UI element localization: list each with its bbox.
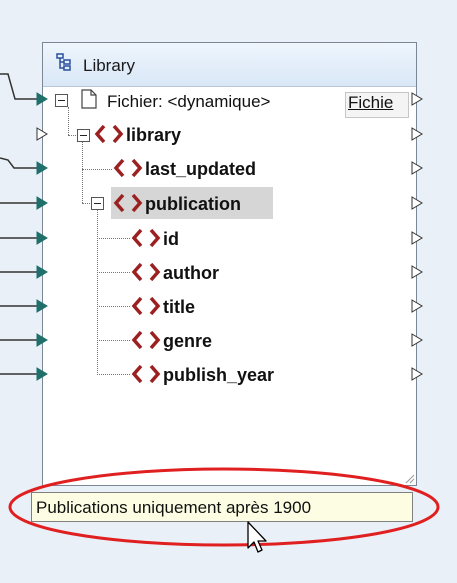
tree-guide xyxy=(97,306,130,307)
title-element-label: title xyxy=(163,297,196,317)
genre-element-label: genre xyxy=(163,331,213,351)
mouse-pointer-icon xyxy=(247,521,267,553)
xml-element-icon xyxy=(131,228,161,253)
collapse-icon[interactable] xyxy=(91,197,104,210)
xml-element-icon xyxy=(113,193,143,218)
output-port-publish-year[interactable] xyxy=(411,367,423,381)
input-port-file[interactable] xyxy=(36,92,48,106)
file-label: Fichier: <dynamique> xyxy=(107,92,271,111)
input-port-title[interactable] xyxy=(36,299,48,313)
publish-year-element-label: publish_year xyxy=(163,365,275,385)
output-port-last-updated[interactable] xyxy=(411,161,423,175)
component-title: Library xyxy=(83,56,135,75)
output-port-id[interactable] xyxy=(411,231,423,245)
tree-guide xyxy=(68,107,69,135)
tree-guide xyxy=(82,141,83,203)
output-port-author[interactable] xyxy=(411,265,423,279)
tree-guide xyxy=(82,169,112,170)
output-port-library[interactable] xyxy=(411,127,423,141)
library-element-label: library xyxy=(126,125,182,145)
tree-guide xyxy=(97,374,130,375)
file-browse-button[interactable]: Fichie xyxy=(345,92,409,118)
collapse-icon[interactable] xyxy=(77,129,90,142)
author-element-label: author xyxy=(163,263,219,283)
input-port-id[interactable] xyxy=(36,231,48,245)
tree-guide xyxy=(97,340,130,341)
input-port-author[interactable] xyxy=(36,265,48,279)
component-header[interactable]: Library xyxy=(43,43,416,87)
collapse-icon[interactable] xyxy=(55,94,68,107)
id-element-label: id xyxy=(163,229,179,249)
tree-guide xyxy=(97,210,98,375)
input-port-last-updated[interactable] xyxy=(36,161,48,175)
tree-structure-icon xyxy=(56,53,72,76)
tree-guide xyxy=(97,238,130,239)
publication-element-label: publication xyxy=(145,194,241,214)
input-port-publish-year[interactable] xyxy=(36,367,48,381)
output-port-genre[interactable] xyxy=(411,333,423,347)
tree-guide xyxy=(97,272,130,273)
input-port-library[interactable] xyxy=(36,127,48,141)
xml-element-icon xyxy=(113,158,143,183)
tooltip: Publications uniquement après 1900 xyxy=(31,492,413,522)
output-port-title[interactable] xyxy=(411,299,423,313)
xml-element-icon xyxy=(131,262,161,287)
xml-element-icon xyxy=(94,124,124,149)
mapping-canvas: Library Fichier: <dynamique> Fichie libr… xyxy=(0,0,457,583)
last-updated-element-label: last_updated xyxy=(145,159,257,179)
document-icon xyxy=(81,89,97,114)
input-port-genre[interactable] xyxy=(36,333,48,347)
xml-element-icon xyxy=(131,364,161,389)
output-port-file[interactable] xyxy=(411,92,423,106)
xml-element-icon xyxy=(131,296,161,321)
xml-element-icon xyxy=(131,330,161,355)
output-port-publication[interactable] xyxy=(411,196,423,210)
input-port-publication[interactable] xyxy=(36,196,48,210)
resize-grip-icon[interactable] xyxy=(405,474,415,484)
